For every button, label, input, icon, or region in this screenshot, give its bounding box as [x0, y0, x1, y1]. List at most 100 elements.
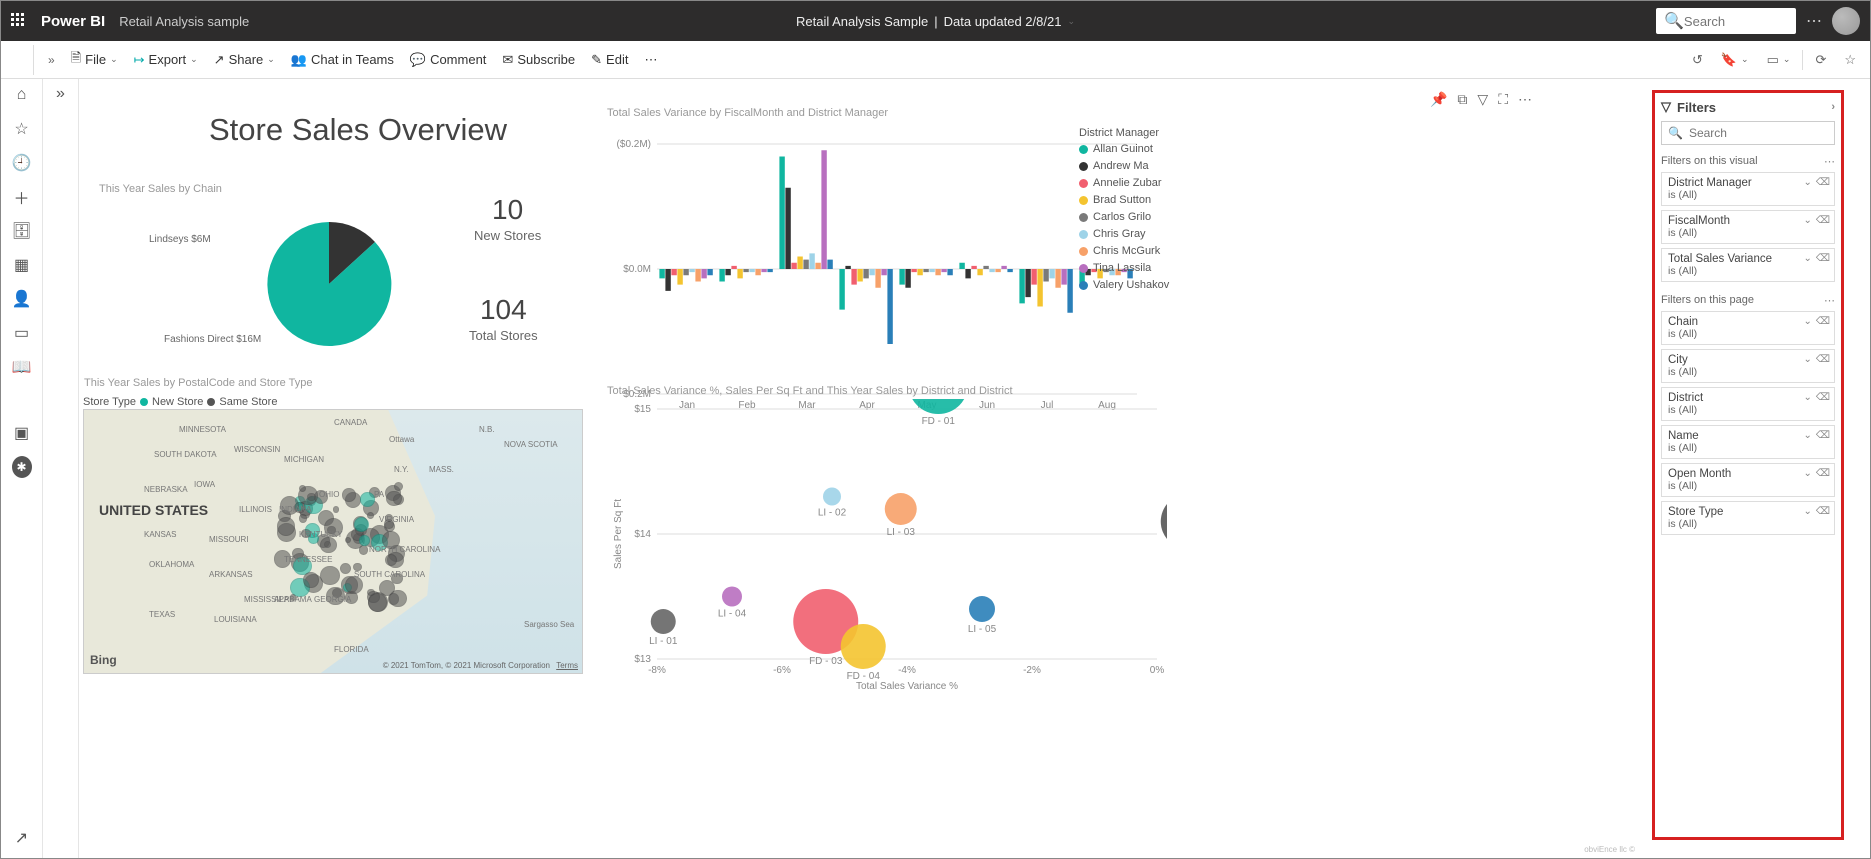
- apps-icon[interactable]: ▦: [12, 255, 32, 275]
- filter-icon[interactable]: ▽: [1477, 91, 1488, 108]
- bar[interactable]: [899, 269, 904, 285]
- comment-button[interactable]: 💬 Comment: [404, 48, 493, 72]
- bar[interactable]: [827, 260, 832, 269]
- favorites-icon[interactable]: ☆: [12, 119, 32, 139]
- subscribe-button[interactable]: ✉ Subscribe: [496, 48, 581, 72]
- chevron-down-icon[interactable]: ⌄: [1803, 316, 1811, 327]
- bar[interactable]: [905, 269, 910, 288]
- bar[interactable]: [1037, 269, 1042, 307]
- legend-item[interactable]: Tina Lassila: [1079, 262, 1169, 274]
- scatter-point[interactable]: [1161, 494, 1167, 549]
- bar[interactable]: [1061, 269, 1066, 285]
- map-bubble[interactable]: [299, 514, 308, 523]
- bar[interactable]: [857, 269, 862, 282]
- filter-card[interactable]: Name is (All) ⌄⌫: [1661, 425, 1835, 459]
- bar[interactable]: [917, 269, 922, 275]
- bar[interactable]: [887, 269, 892, 344]
- export-menu[interactable]: ↦ Export ⌄: [128, 48, 204, 72]
- map-bubble[interactable]: [342, 488, 356, 502]
- reset-icon[interactable]: ↺: [1686, 48, 1709, 72]
- legend-item[interactable]: Brad Sutton: [1079, 194, 1169, 206]
- chevron-down-icon[interactable]: ⌄: [1803, 253, 1811, 264]
- filter-card[interactable]: District Manager is (All) ⌄⌫: [1661, 172, 1835, 206]
- shared-icon[interactable]: 👤: [12, 289, 32, 309]
- bar[interactable]: [1055, 269, 1060, 288]
- bar[interactable]: [1001, 266, 1006, 269]
- bar[interactable]: [1007, 269, 1012, 272]
- scatter-point[interactable]: [969, 596, 995, 622]
- clear-filter-icon[interactable]: ⌫: [1816, 506, 1830, 517]
- chevron-down-icon[interactable]: ⌄: [1803, 392, 1811, 403]
- share-menu[interactable]: ↗ Share ⌄: [208, 48, 281, 72]
- file-menu[interactable]: 🗎 File ⌄: [65, 45, 124, 75]
- bar[interactable]: [743, 269, 748, 272]
- datasets-icon[interactable]: 🗄: [12, 221, 32, 241]
- map-bubble[interactable]: [386, 491, 402, 507]
- favorite-icon[interactable]: ☆: [1838, 48, 1862, 72]
- legend-item[interactable]: Chris Gray: [1079, 228, 1169, 240]
- bar[interactable]: [683, 269, 688, 275]
- legend-item[interactable]: Andrew Ma: [1079, 160, 1169, 172]
- map-visual[interactable]: UNITED STATES MINNESOTAWISCONSINMICHIGAN…: [83, 409, 583, 674]
- bar[interactable]: [1049, 269, 1054, 278]
- filters-header[interactable]: ▽ Filters ›: [1661, 99, 1835, 115]
- bar[interactable]: [869, 269, 874, 275]
- bar[interactable]: [977, 269, 982, 275]
- my-workspace-icon[interactable]: ▣: [12, 423, 32, 443]
- bar[interactable]: [809, 253, 814, 269]
- bar[interactable]: [701, 269, 706, 278]
- bar[interactable]: [755, 269, 760, 275]
- chevron-down-icon[interactable]: ⌄: [1803, 430, 1811, 441]
- chevron-down-icon[interactable]: ⌄: [1803, 177, 1811, 188]
- map-bubble[interactable]: [320, 537, 336, 553]
- bar[interactable]: [935, 269, 940, 275]
- scatter-point[interactable]: [885, 493, 917, 525]
- bar[interactable]: [1067, 269, 1072, 313]
- legend-item[interactable]: Carlos Grilo: [1079, 211, 1169, 223]
- collapse-filters-icon[interactable]: ›: [1831, 101, 1835, 113]
- chevron-down-icon[interactable]: ⌄: [1803, 506, 1811, 517]
- clear-filter-icon[interactable]: ⌫: [1816, 177, 1830, 188]
- bar[interactable]: [1031, 269, 1036, 285]
- bar[interactable]: [1025, 269, 1030, 297]
- bar[interactable]: [767, 269, 772, 272]
- chat-teams-button[interactable]: 👥 Chat in Teams: [285, 48, 400, 72]
- create-icon[interactable]: ＋: [12, 187, 32, 207]
- bar[interactable]: [995, 269, 1000, 272]
- bar[interactable]: [959, 263, 964, 269]
- bar[interactable]: [671, 269, 676, 275]
- chevron-down-icon[interactable]: ⌄: [1803, 468, 1811, 479]
- map-bubble[interactable]: [394, 482, 403, 491]
- expand-icon[interactable]: »: [42, 49, 61, 71]
- clear-filter-icon[interactable]: ⌫: [1816, 354, 1830, 365]
- pie-chart[interactable]: Lindseys $6M Fashions Direct $16M: [224, 209, 434, 384]
- bar[interactable]: [707, 269, 712, 275]
- legend-item[interactable]: Valery Ushakov: [1079, 279, 1169, 291]
- scatter-point[interactable]: [841, 624, 886, 669]
- search-input[interactable]: [1684, 14, 1788, 29]
- bar[interactable]: [947, 269, 952, 275]
- bar[interactable]: [791, 263, 796, 269]
- legend-item[interactable]: Annelie Zubar: [1079, 177, 1169, 189]
- learn-icon[interactable]: ▭: [12, 323, 32, 343]
- app-launcher-icon[interactable]: [11, 13, 27, 29]
- legend-item[interactable]: Chris McGurk: [1079, 245, 1169, 257]
- map-bubble[interactable]: [359, 545, 368, 554]
- clear-filter-icon[interactable]: ⌫: [1816, 468, 1830, 479]
- bar[interactable]: [779, 157, 784, 270]
- filter-card[interactable]: Open Month is (All) ⌄⌫: [1661, 463, 1835, 497]
- home-icon[interactable]: ⌂: [12, 85, 32, 105]
- filter-card[interactable]: Store Type is (All) ⌄⌫: [1661, 501, 1835, 535]
- clear-filter-icon[interactable]: ⌫: [1816, 215, 1830, 226]
- filter-card[interactable]: District is (All) ⌄⌫: [1661, 387, 1835, 421]
- recent-icon[interactable]: 🕘: [12, 153, 32, 173]
- bar[interactable]: [719, 269, 724, 282]
- filter-card[interactable]: FiscalMonth is (All) ⌄⌫: [1661, 210, 1835, 244]
- kpi-new-stores[interactable]: 10 New Stores: [474, 194, 541, 243]
- bar[interactable]: [731, 266, 736, 269]
- refresh-icon[interactable]: ⟳: [1809, 48, 1832, 72]
- bar[interactable]: [665, 269, 670, 291]
- bar[interactable]: [749, 269, 754, 272]
- bar[interactable]: [971, 266, 976, 269]
- section-more-icon[interactable]: ⋯: [1824, 294, 1835, 307]
